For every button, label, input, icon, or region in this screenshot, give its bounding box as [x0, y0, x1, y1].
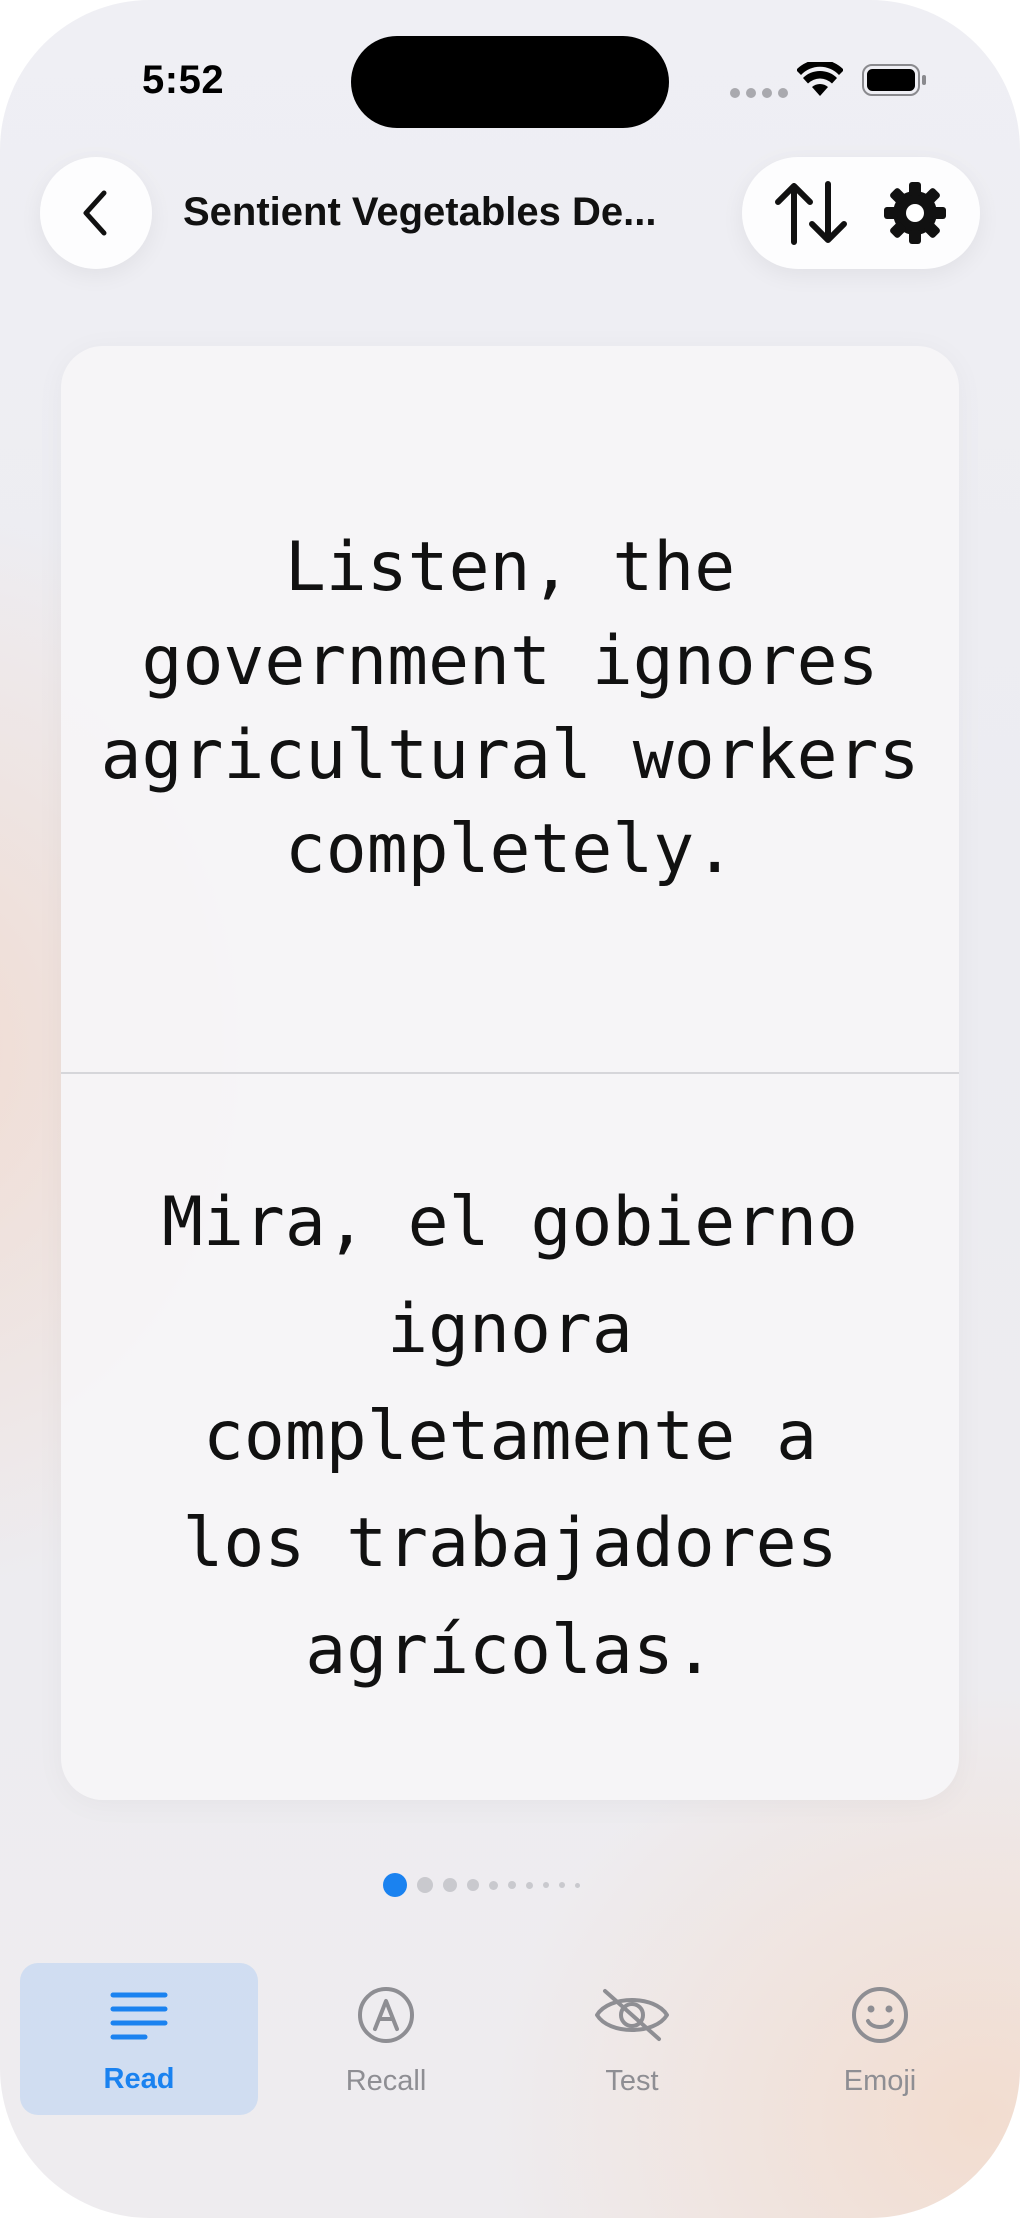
cellular-signal-icon [730, 88, 788, 98]
page-title: Sentient Vegetables De... [183, 190, 657, 234]
eye-slash-icon [595, 1989, 669, 2041]
wifi-icon [797, 62, 843, 96]
gear-icon [884, 182, 946, 244]
chevron-left-icon [83, 190, 107, 236]
battery-icon [862, 64, 926, 96]
page-dot [508, 1881, 516, 1889]
tab-test-label: Test [605, 2065, 659, 2097]
page-indicator[interactable] [383, 1873, 580, 1897]
tab-recall-label: Recall [345, 2065, 427, 2097]
status-time: 5:52 [142, 58, 225, 102]
page-dot [575, 1882, 580, 1888]
tab-recall[interactable]: Recall [268, 1963, 504, 2115]
swap-languages-button[interactable] [756, 157, 866, 269]
lines-icon [110, 1992, 168, 2040]
tab-emoji[interactable]: Emoji [760, 1963, 1000, 2115]
page-dot [526, 1881, 533, 1889]
source-sentence: Listen, the government ignores agricultu… [100, 528, 920, 889]
dynamic-island [351, 36, 669, 128]
back-button[interactable] [40, 157, 152, 269]
tab-test[interactable]: Test [514, 1963, 750, 2115]
page-dot [543, 1882, 549, 1888]
tab-read-label: Read [103, 2063, 175, 2095]
page-dot [467, 1879, 479, 1891]
letter-a-circle-icon [358, 1987, 414, 2043]
toolbar-pill [742, 157, 980, 269]
page-dot [443, 1878, 457, 1892]
page-dot [489, 1880, 498, 1890]
tab-read[interactable]: Read [20, 1963, 258, 2115]
page-dot [559, 1882, 565, 1888]
settings-button[interactable] [860, 157, 970, 269]
smiley-icon [852, 1987, 908, 2043]
phone-screen: 5:52 Sentient Vegetables De... Listen, t… [0, 0, 1020, 2218]
arrow-up-down-icon [775, 181, 847, 245]
tab-emoji-label: Emoji [843, 2065, 917, 2097]
page-dot [417, 1877, 433, 1893]
translation-sentence: Mira, el gobierno ignora completamente a… [162, 1183, 858, 1690]
flashcard[interactable]: Listen, the government ignores agricultu… [61, 346, 959, 1800]
page-dot-active [383, 1873, 407, 1897]
